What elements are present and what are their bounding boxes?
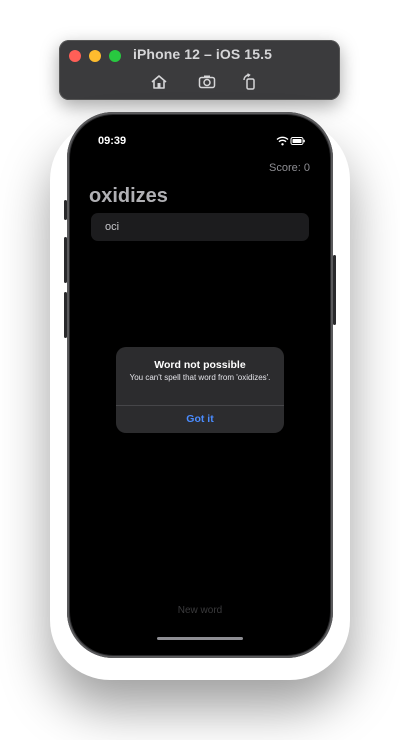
status-time: 09:39 — [98, 135, 127, 147]
camera-icon[interactable] — [198, 73, 216, 91]
word-input[interactable]: oci — [91, 213, 309, 241]
got-it-button[interactable]: Got it — [116, 406, 284, 433]
simulator-title: iPhone 12 – iOS 15.5 — [133, 46, 272, 62]
close-window-button[interactable] — [69, 50, 81, 62]
phone-screen: 09:39 Score: 0 oxidizes oci Word not pos… — [70, 115, 330, 655]
alert-title: Word not possible — [154, 359, 246, 371]
home-icon[interactable] — [150, 73, 168, 91]
alert-dialog: Word not possible You can't spell that w… — [116, 347, 284, 433]
home-indicator[interactable] — [157, 637, 243, 640]
root-word-title: oxidizes — [89, 185, 168, 207]
new-word-label: New word — [177, 605, 223, 616]
simulator-toolbar: iPhone 12 – iOS 15.5 — [59, 40, 340, 100]
rotate-icon[interactable] — [241, 73, 259, 91]
status-icons — [276, 136, 305, 146]
alert-message: You can't spell that word from 'oxidizes… — [129, 373, 271, 382]
battery-icon — [290, 137, 305, 145]
score-label: Score: 0 — [269, 162, 310, 174]
power-button[interactable] — [333, 255, 336, 325]
minimize-window-button[interactable] — [89, 50, 101, 62]
wifi-icon — [276, 136, 289, 146]
maximize-window-button[interactable] — [109, 50, 121, 62]
